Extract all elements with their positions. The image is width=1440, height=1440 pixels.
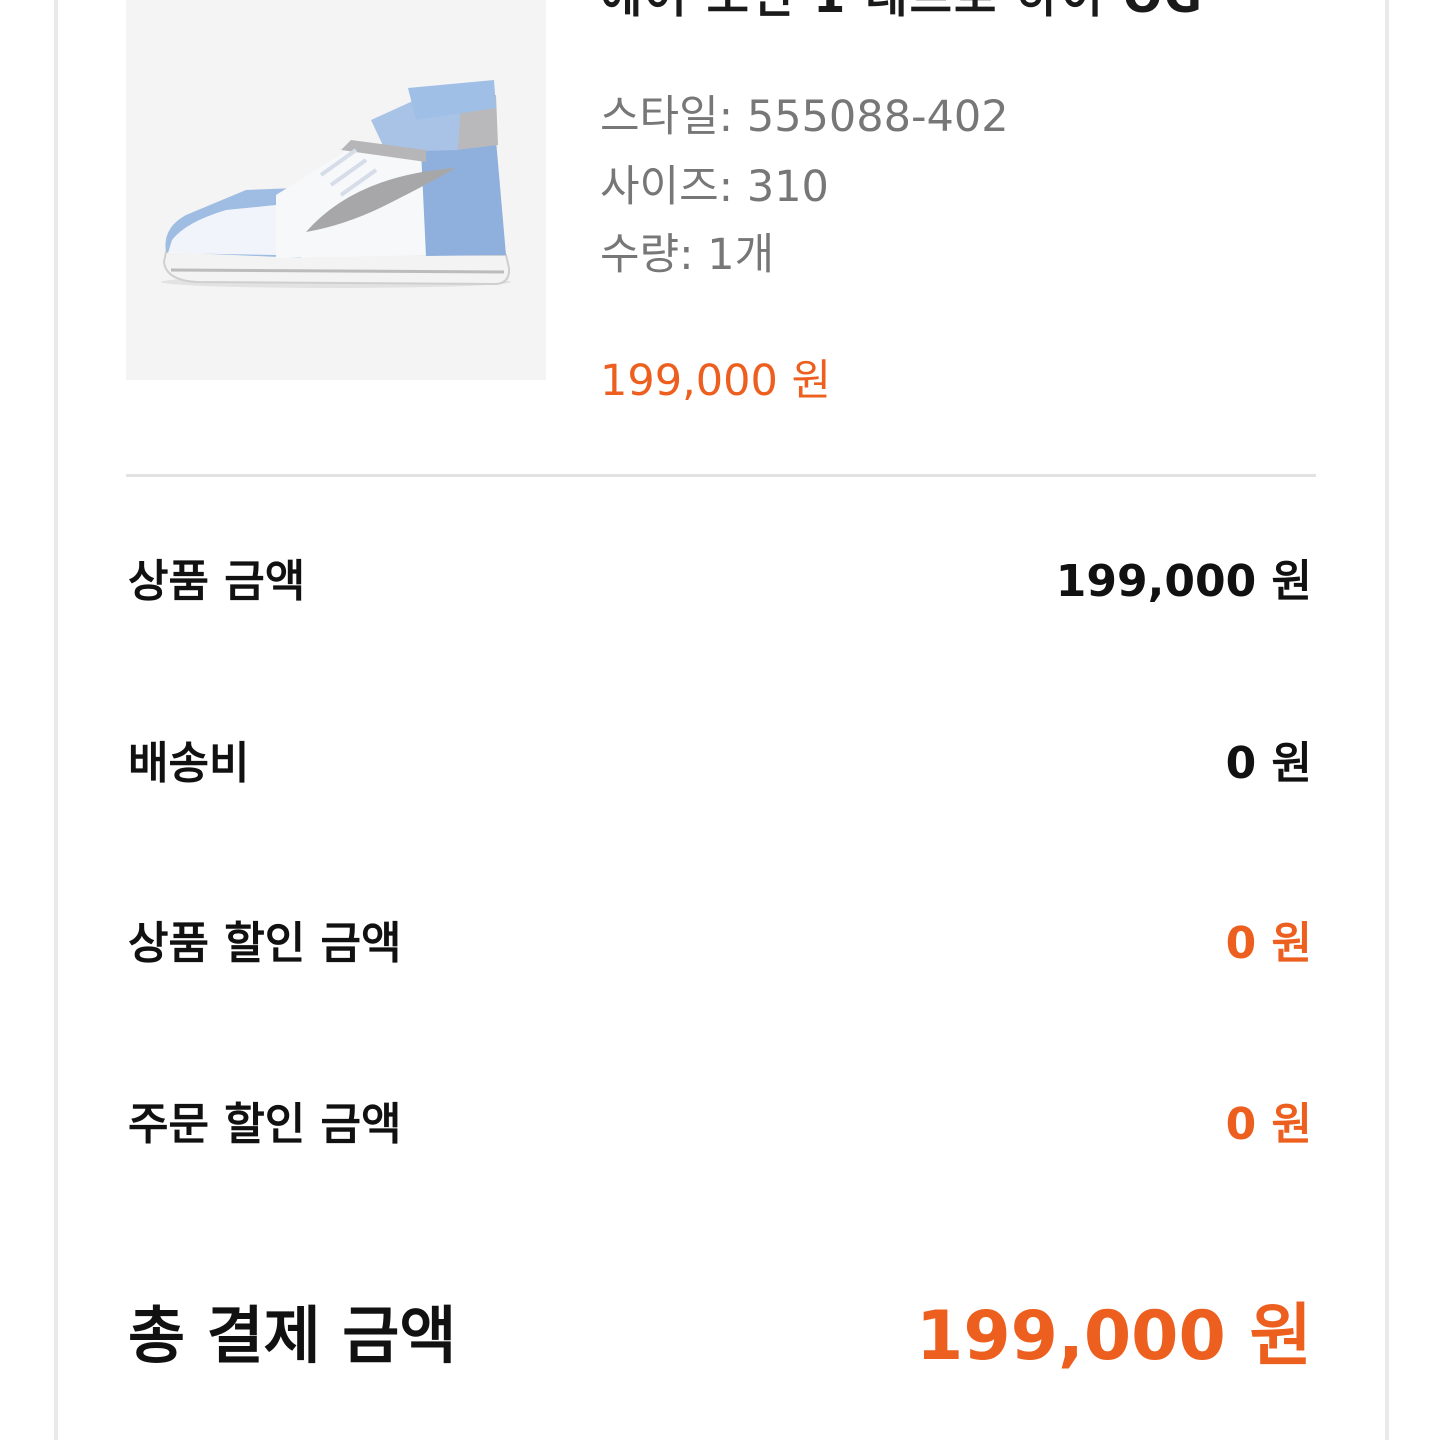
product-size: 사이즈: 310: [600, 162, 829, 212]
sneaker-illustration: [161, 80, 511, 288]
product-quantity: 수량: 1개: [600, 230, 775, 280]
product-image[interactable]: [126, 0, 546, 380]
product-name[interactable]: 에어 조던 1 레트로 하이 OG: [600, 0, 1204, 26]
shipping-fee-value: 0 원: [1225, 738, 1312, 789]
subtotal-label: 상품 금액: [128, 556, 306, 607]
order-summary-page: 에어 조던 1 레트로 하이 OG 스타일: 555088-402 사이즈: 3…: [0, 0, 1440, 1440]
product-price: 199,000 원: [600, 356, 832, 406]
total-payment-value: 199,000 원: [916, 1297, 1312, 1376]
subtotal-value: 199,000 원: [1055, 556, 1312, 607]
order-discount-value: 0 원: [1225, 1099, 1312, 1150]
card-border-left: [54, 0, 58, 1440]
product-discount-value: 0 원: [1225, 918, 1312, 969]
section-divider: [126, 474, 1316, 477]
card-border-right: [1385, 0, 1389, 1440]
product-style: 스타일: 555088-402: [600, 92, 1009, 142]
shipping-fee-label: 배송비: [128, 738, 250, 789]
order-discount-label: 주문 할인 금액: [128, 1099, 402, 1150]
product-discount-label: 상품 할인 금액: [128, 918, 402, 969]
total-payment-label: 총 결제 금액: [128, 1299, 457, 1372]
